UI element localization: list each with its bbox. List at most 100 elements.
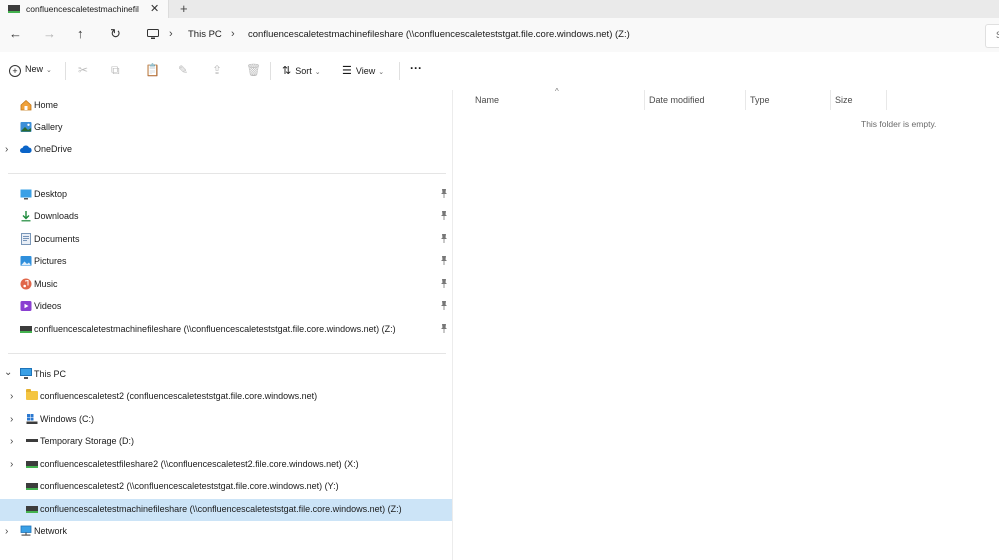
sidebar-item-x-drive[interactable]: › confluencescaletestfileshare2 (\\confl… xyxy=(0,454,452,476)
documents-icon xyxy=(20,233,32,245)
chevron-right-icon[interactable]: › xyxy=(10,414,13,425)
sidebar-item-label: Gallery xyxy=(34,122,63,132)
column-divider[interactable] xyxy=(886,90,887,110)
sidebar-item-temporary-storage-d[interactable]: › Temporary Storage (D:) xyxy=(0,431,452,453)
view-button[interactable]: ☰ View ⌄ xyxy=(342,64,384,77)
column-divider[interactable] xyxy=(745,90,746,110)
sidebar-item-music[interactable]: Music xyxy=(0,274,452,296)
chevron-right-icon[interactable]: › xyxy=(5,144,8,155)
sidebar-item-label: confluencescaletestfileshare2 (\\conflue… xyxy=(40,459,359,469)
chevron-right-icon[interactable]: › xyxy=(10,436,13,447)
breadcrumb-chevron[interactable]: › xyxy=(231,28,235,40)
sidebar-item-y-drive[interactable]: confluencescaletest2 (\\confluencescalet… xyxy=(0,476,452,498)
rename-icon[interactable]: ✎ xyxy=(178,63,188,77)
pin-icon xyxy=(440,324,448,335)
share-icon[interactable]: ⇪ xyxy=(212,63,222,77)
sidebar-item-label: This PC xyxy=(34,369,67,379)
sidebar-item-documents[interactable]: Documents xyxy=(0,229,452,251)
breadcrumb-chevron[interactable]: › xyxy=(169,28,173,40)
search-input[interactable]: S xyxy=(985,24,999,48)
music-icon xyxy=(20,278,32,290)
delete-icon[interactable]: 🗑 xyxy=(246,63,261,77)
sidebar-item-pictures[interactable]: Pictures xyxy=(0,251,452,273)
column-header-date-modified[interactable]: Date modified xyxy=(649,95,705,105)
paste-icon[interactable]: 📋 xyxy=(145,63,160,77)
more-options-button[interactable]: ··· xyxy=(410,61,422,75)
sidebar-item-windows-c[interactable]: › Windows (C:) xyxy=(0,409,452,431)
breadcrumb-current-folder[interactable]: confluencescaletestmachinefileshare (\\c… xyxy=(248,29,630,40)
up-button[interactable]: ↑ xyxy=(77,26,84,41)
forward-button[interactable]: → xyxy=(43,26,56,41)
plus-circle-icon: + xyxy=(9,65,21,77)
address-row: ← → ↑ ↻ › This PC › confluencescaletestm… xyxy=(0,18,999,53)
sidebar-item-label: Network xyxy=(34,526,68,536)
back-button[interactable]: ← xyxy=(9,26,22,41)
column-divider[interactable] xyxy=(644,90,645,110)
pin-icon xyxy=(440,189,448,200)
navigation-pane: Home Gallery › OneDrive Desktop Download… xyxy=(0,90,452,560)
toolbar-divider xyxy=(65,62,66,80)
sidebar-item-label: Temporary Storage (D:) xyxy=(40,436,135,446)
command-bar: + New ⌄ ✂ ⧉ 📋 ✎ ⇪ 🗑 ⇅ Sort ⌄ ☰ View ⌄ ··· xyxy=(0,52,999,91)
sidebar-item-label: Music xyxy=(34,279,58,289)
view-icon: ☰ xyxy=(342,65,352,77)
breadcrumb-this-pc[interactable]: This PC xyxy=(188,29,222,40)
chevron-right-icon[interactable]: › xyxy=(10,459,13,470)
column-divider[interactable] xyxy=(830,90,831,110)
sidebar-item-gallery[interactable]: Gallery xyxy=(0,117,452,139)
close-tab-button[interactable]: ✕ xyxy=(150,2,159,15)
sort-label: Sort xyxy=(295,66,312,76)
pin-icon xyxy=(440,256,448,267)
sidebar-item-label: confluencescaletest2 (confluencescaletes… xyxy=(40,391,318,401)
chevron-right-icon[interactable]: › xyxy=(5,526,8,537)
sidebar-item-label: Downloads xyxy=(34,211,79,221)
videos-icon xyxy=(20,300,32,312)
view-label: View xyxy=(355,66,376,76)
sidebar-item-desktop[interactable]: Desktop xyxy=(0,184,452,206)
column-header-type[interactable]: Type xyxy=(750,95,770,105)
tab-title: confluencescaletestmachinefil xyxy=(26,4,139,14)
network-drive-icon xyxy=(8,5,20,13)
sidebar-item-z-drive-pinned[interactable]: confluencescaletestmachinefileshare (\\c… xyxy=(0,319,452,341)
sidebar-item-this-pc[interactable]: ⌄ This PC xyxy=(0,364,452,386)
pictures-icon xyxy=(20,255,32,267)
sidebar-item-confluencescaletest2-folder[interactable]: › confluencescaletest2 (confluencescalet… xyxy=(0,386,452,408)
tab-current[interactable]: confluencescaletestmachinefil ✕ xyxy=(0,0,169,18)
sidebar-item-label: Videos xyxy=(34,301,62,311)
sidebar-item-z-drive[interactable]: confluencescaletestmachinefileshare (\\c… xyxy=(0,499,452,521)
sidebar-item-onedrive[interactable]: › OneDrive xyxy=(0,139,452,161)
new-label: New xyxy=(25,64,44,74)
sidebar-divider xyxy=(8,173,446,174)
file-list: ^ Name Date modified Type Size This fold… xyxy=(453,87,999,560)
tab-strip: confluencescaletestmachinefil ✕ + xyxy=(0,0,999,18)
chevron-down-icon: ⌄ xyxy=(46,67,52,74)
sidebar-item-label: confluencescaletestmachinefileshare (\\c… xyxy=(34,324,396,334)
pin-icon xyxy=(440,279,448,290)
address-bar[interactable]: › This PC › confluencescaletestmachinefi… xyxy=(137,24,982,46)
cut-icon[interactable]: ✂ xyxy=(78,63,88,77)
chevron-down-icon[interactable]: ⌄ xyxy=(4,367,12,378)
refresh-button[interactable]: ↻ xyxy=(110,26,121,42)
new-button[interactable]: + New ⌄ xyxy=(9,64,52,77)
sidebar-item-label: Pictures xyxy=(34,256,67,266)
copy-icon[interactable]: ⧉ xyxy=(111,63,120,78)
empty-folder-message: This folder is empty. xyxy=(861,119,937,129)
sidebar-item-home[interactable]: Home xyxy=(0,95,452,117)
new-tab-button[interactable]: + xyxy=(180,1,188,16)
column-header-name[interactable]: Name xyxy=(475,95,499,105)
sidebar-divider xyxy=(8,353,446,354)
sort-button[interactable]: ⇅ Sort ⌄ xyxy=(282,64,321,77)
home-icon xyxy=(20,99,32,111)
sidebar-item-label: OneDrive xyxy=(34,144,73,154)
download-icon xyxy=(20,210,32,222)
column-header-size[interactable]: Size xyxy=(835,95,853,105)
sort-icon: ⇅ xyxy=(282,65,292,77)
chevron-right-icon[interactable]: › xyxy=(10,391,13,402)
pin-icon xyxy=(440,234,448,245)
sidebar-item-videos[interactable]: Videos xyxy=(0,296,452,318)
cloud-icon xyxy=(20,143,32,155)
sidebar-item-network[interactable]: › Network xyxy=(0,521,452,543)
sidebar-item-downloads[interactable]: Downloads xyxy=(0,206,452,228)
network-drive-icon xyxy=(26,503,38,515)
network-drive-icon xyxy=(26,458,38,470)
